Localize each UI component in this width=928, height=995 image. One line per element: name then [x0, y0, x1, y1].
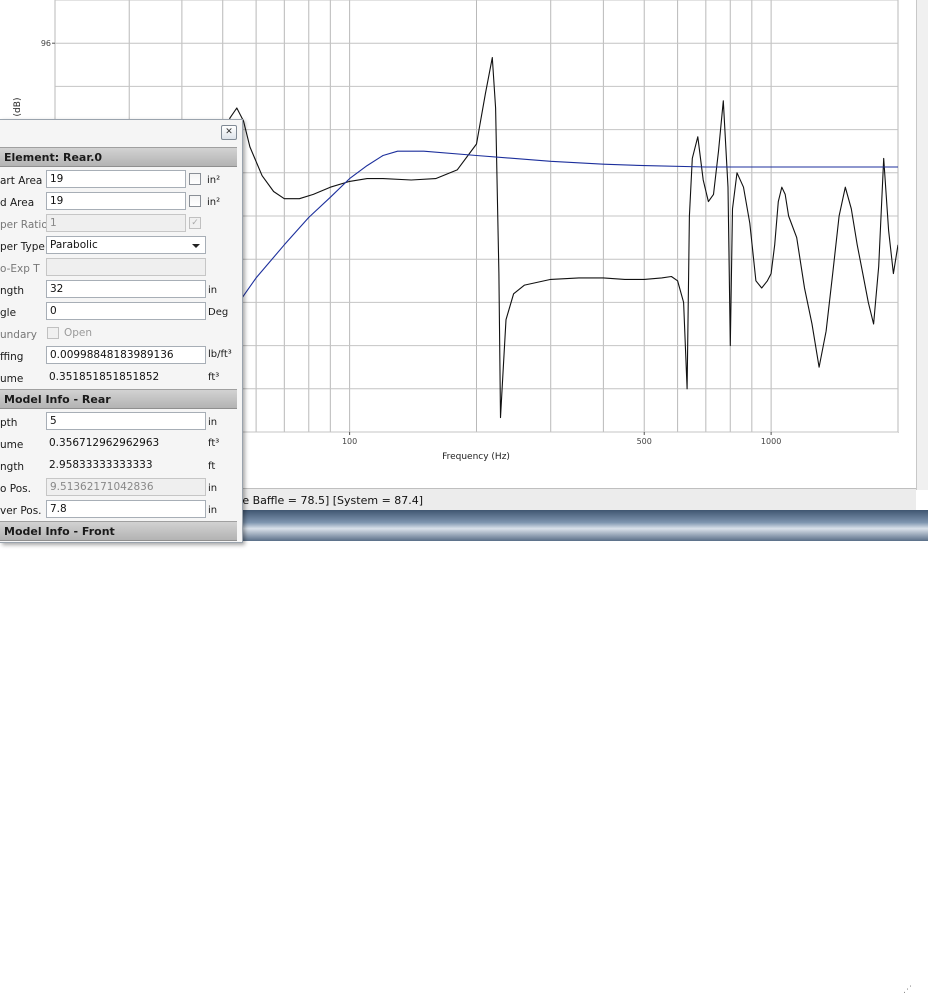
taper-type-label: per Type — [0, 241, 45, 253]
status-text: te Baffle = 78.5] [System = 87.4] — [238, 494, 424, 507]
length-label: ngth — [0, 285, 25, 297]
chevron-down-icon[interactable] — [192, 244, 200, 248]
x-axis-title: Frequency (Hz) — [442, 452, 510, 462]
end-area-input[interactable]: 19 — [46, 192, 186, 210]
length-unit: in — [208, 285, 218, 296]
taper-ratio-checkbox: ✓ — [189, 217, 201, 229]
para-exp-input — [46, 258, 206, 276]
start-area-label: art Area — [0, 175, 43, 187]
section-model-rear[interactable]: Model Info - Rear — [0, 389, 237, 409]
rear-length-label: ngth — [0, 461, 25, 473]
depth-unit: in — [208, 417, 218, 428]
driver-pos-label: ver Pos. — [0, 505, 42, 517]
angle-label: gle — [0, 307, 17, 319]
end-area-label: d Area — [0, 197, 35, 209]
stuffing-input[interactable]: 0.00998848183989136 — [46, 346, 206, 364]
y-tick-label: 96 — [41, 39, 51, 48]
rear-volume-value: 0.356712962962963 — [49, 437, 160, 449]
driver-pos-input[interactable]: 7.8 — [46, 500, 206, 518]
rear-length-unit: ft — [208, 461, 216, 472]
start-area-checkbox[interactable] — [189, 173, 201, 185]
close-icon[interactable]: ✕ — [221, 125, 237, 140]
section-model-front[interactable]: Model Info - Front — [0, 521, 237, 541]
start-area-unit: in² — [207, 175, 221, 186]
volume-value: 0.351851851851852 — [49, 371, 160, 383]
angle-unit: Deg — [208, 307, 229, 318]
angle-input[interactable]: 0 — [46, 302, 206, 320]
volume-unit: ft³ — [208, 372, 220, 383]
volume-label: ume — [0, 373, 24, 385]
series-line-1 — [185, 57, 898, 425]
rear-volume-unit: ft³ — [208, 438, 220, 449]
section-element[interactable]: Element: Rear.0 — [0, 147, 237, 167]
boundary-open-checkbox — [47, 327, 59, 339]
vertical-scrollbar[interactable] — [916, 0, 928, 490]
taper-type-select[interactable]: Parabolic — [46, 236, 206, 254]
resize-grip-icon[interactable]: ⋰ — [903, 985, 913, 995]
port-pos-label: o Pos. — [0, 483, 31, 495]
port-pos-input: 9.51362171042836 — [46, 478, 206, 496]
depth-label: pth — [0, 417, 18, 429]
boundary-label: undary — [0, 329, 37, 341]
stuffing-unit: lb/ft³ — [208, 349, 232, 360]
x-tick-label: 100 — [342, 437, 357, 446]
depth-input[interactable]: 5 — [46, 412, 206, 430]
taper-ratio-label: per Ratio — [0, 219, 48, 231]
port-pos-unit: in — [208, 483, 218, 494]
boundary-open-label: Open — [64, 327, 93, 339]
length-input[interactable]: 32 — [46, 280, 206, 298]
taper-ratio-input: 1 — [46, 214, 186, 232]
taper-type-value: Parabolic — [50, 239, 98, 251]
rear-volume-label: ume — [0, 439, 24, 451]
x-tick-label: 1000 — [761, 437, 781, 446]
start-area-input[interactable]: 19 — [46, 170, 186, 188]
properties-panel[interactable]: ✕ Element: Rear.0 art Area 19 in² d Area… — [0, 119, 243, 543]
driver-pos-unit: in — [208, 505, 218, 516]
end-area-checkbox[interactable] — [189, 195, 201, 207]
para-exp-label: o-Exp T — [0, 263, 40, 275]
stuffing-label: ffing — [0, 351, 24, 363]
y-axis-title: (dB) — [13, 98, 23, 117]
rear-length-value: 2.95833333333333 — [49, 459, 153, 471]
x-tick-label: 500 — [637, 437, 652, 446]
end-area-unit: in² — [207, 197, 221, 208]
